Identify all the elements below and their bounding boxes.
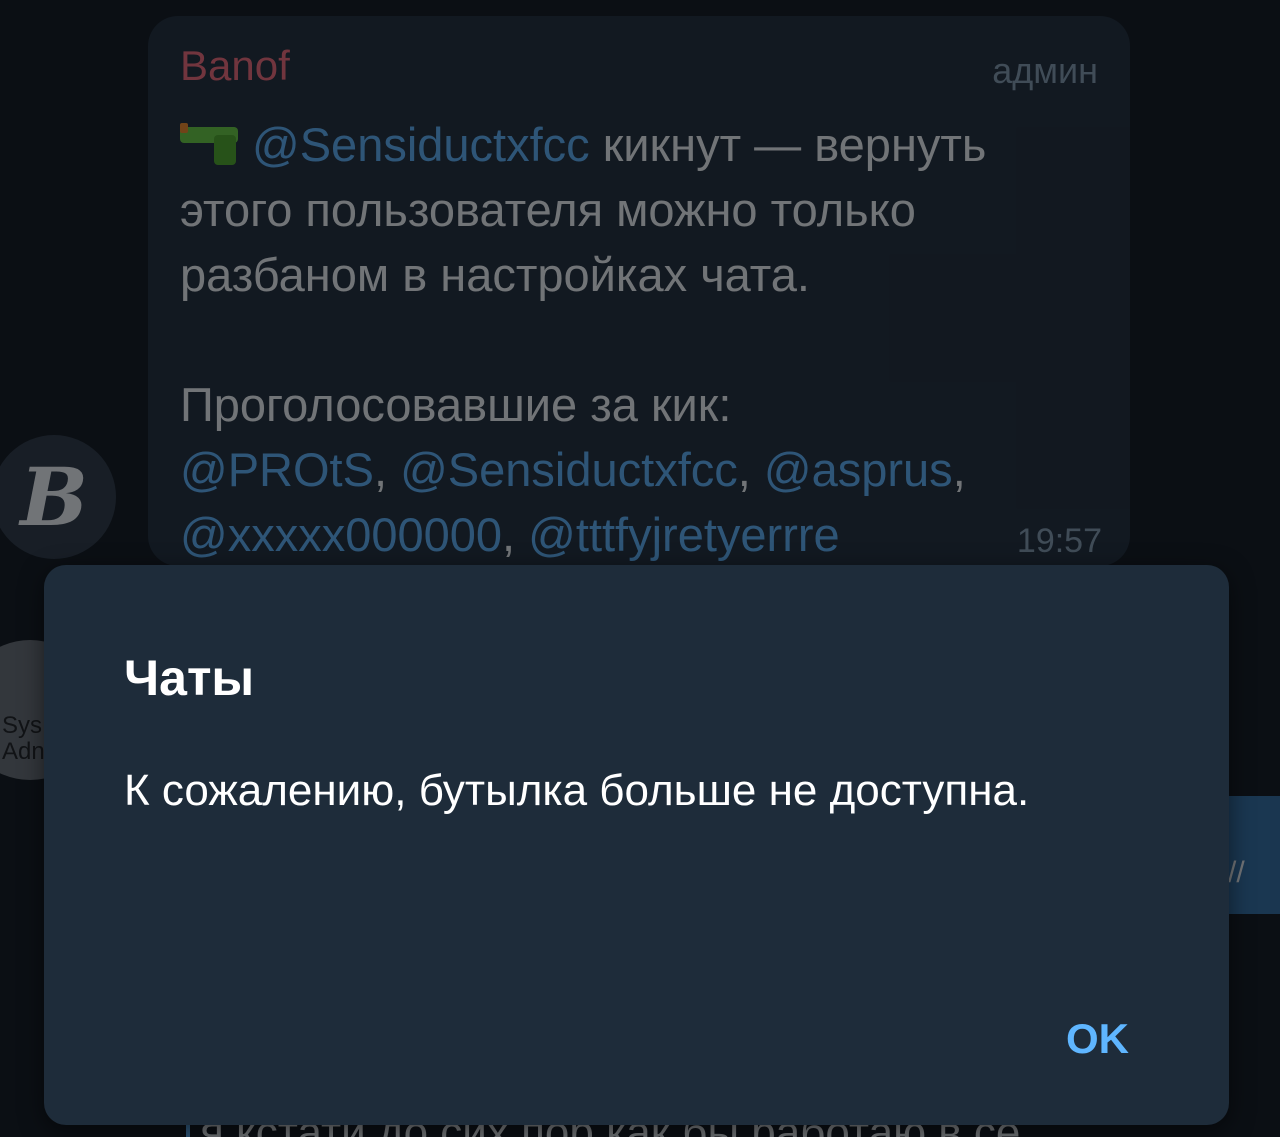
mention-voter[interactable]: @PROtS xyxy=(180,443,374,496)
mention-voter[interactable]: @asprus xyxy=(764,443,953,496)
voters-list: @PROtS, @Sensiductxfcc, @asprus, @xxxxx0… xyxy=(180,443,966,561)
dialog-message: К сожалению, бутылка больше не доступна. xyxy=(124,766,1030,815)
avatar-text: Adn xyxy=(2,738,45,765)
screen: Banof админ @Sensiductxfcc кикнут — верн… xyxy=(0,0,1280,1137)
mention-voter[interactable]: @Sensiductxfcc xyxy=(400,443,738,496)
admin-badge: админ xyxy=(992,50,1098,91)
read-check-icon: // xyxy=(1228,856,1245,889)
avatar-letter: B xyxy=(20,450,88,544)
avatar-text: Sys xyxy=(2,712,43,739)
alert-dialog: Чаты К сожалению, бутылка больше не дост… xyxy=(44,565,1229,1125)
message-time: 19:57 xyxy=(1016,522,1102,560)
message-text: @Sensiductxfcc кикнут — вернуть этого по… xyxy=(180,112,1110,567)
message-sender[interactable]: Banof xyxy=(180,42,290,90)
mention-voter[interactable]: @xxxxx000000 xyxy=(180,508,502,561)
dialog-title: Чаты xyxy=(124,650,255,706)
mention-voter[interactable]: @tttfyjretyerrre xyxy=(528,508,839,561)
water-pistol-icon xyxy=(180,121,242,165)
voters-label: Проголосовавшие за кик: xyxy=(180,378,732,431)
mention-kicked-user[interactable]: @Sensiductxfcc xyxy=(252,118,590,171)
avatar[interactable]: B xyxy=(0,435,116,559)
ok-button[interactable]: OK xyxy=(1066,1015,1129,1063)
